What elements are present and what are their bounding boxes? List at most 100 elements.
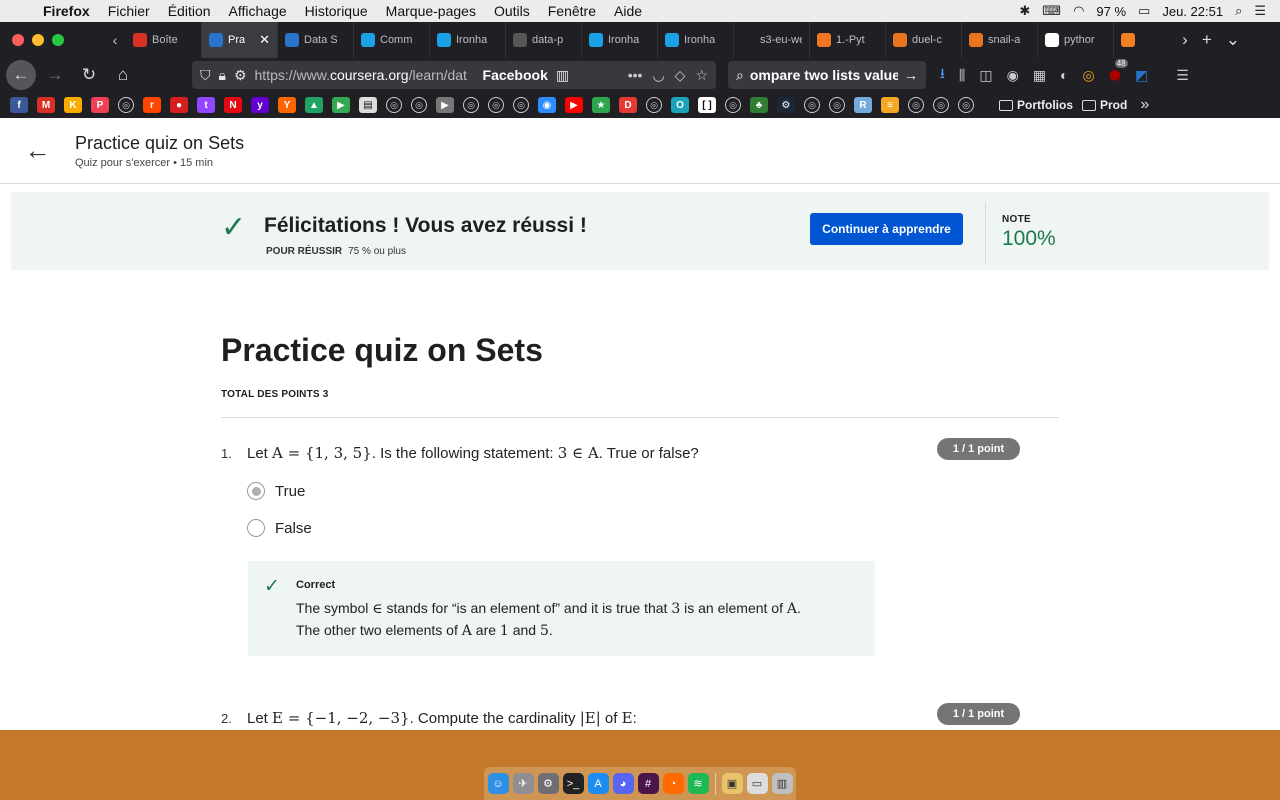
option-false[interactable]: False bbox=[247, 519, 312, 537]
bookmark-star-icon[interactable]: ★ bbox=[592, 97, 610, 113]
account-icon[interactable]: ◉ bbox=[1007, 67, 1019, 84]
bookmark-globe-icon[interactable]: ◎ bbox=[646, 97, 662, 113]
window-maximize-button[interactable] bbox=[52, 34, 64, 46]
address-bar[interactable]: ⛉ 🔒︎ ⚙ https://www.coursera.org/learn/da… bbox=[192, 61, 716, 89]
bookmark-calendar-icon[interactable]: ▤ bbox=[359, 97, 377, 113]
menu-historique[interactable]: Historique bbox=[296, 3, 377, 19]
extension-blue-icon[interactable]: ◩ bbox=[1135, 67, 1148, 84]
bookmark-folder-prod[interactable]: Prod bbox=[1082, 98, 1127, 112]
tab-scroll-right-icon[interactable]: › bbox=[1182, 30, 1188, 50]
bookmark-globe-icon[interactable]: ◎ bbox=[386, 97, 402, 113]
downloads-icon[interactable]: ⭳ bbox=[940, 63, 945, 87]
bookmark-steam-icon[interactable]: ⚙ bbox=[777, 97, 795, 113]
back-arrow-icon[interactable]: ← bbox=[0, 135, 75, 166]
browser-tab[interactable]: Pra ✕ bbox=[202, 22, 278, 58]
bookmark-plant-icon[interactable]: ♣ bbox=[750, 97, 768, 113]
bookmark-globe-icon[interactable]: ◎ bbox=[908, 97, 924, 113]
keyboard-icon[interactable]: ⌨ bbox=[1042, 3, 1061, 19]
bookmark-globe-icon[interactable]: ◎ bbox=[488, 97, 504, 113]
browser-tab[interactable]: Ironha bbox=[430, 22, 506, 58]
tab-scroll-left-icon[interactable]: ‹ bbox=[104, 32, 126, 48]
bookmark-globe-icon[interactable]: ◎ bbox=[118, 97, 134, 113]
bookmark-gmail-icon[interactable]: M bbox=[37, 97, 55, 113]
menu-marque-pages[interactable]: Marque-pages bbox=[377, 3, 485, 19]
bookmark-drive-icon[interactable]: ▲ bbox=[305, 97, 323, 113]
bookmark-globe-icon[interactable]: ◎ bbox=[804, 97, 820, 113]
window-close-button[interactable] bbox=[12, 34, 24, 46]
bookmark-record-icon[interactable]: ● bbox=[170, 97, 188, 113]
permissions-icon[interactable]: ⚙ bbox=[234, 67, 247, 84]
bookmark-globe-icon[interactable]: ◎ bbox=[513, 97, 529, 113]
browser-tab[interactable]: Boîte bbox=[126, 22, 202, 58]
wifi-icon[interactable]: ◠ bbox=[1073, 3, 1084, 19]
bookmark-zoom-icon[interactable]: ◉ bbox=[538, 97, 556, 113]
extension-grid-icon[interactable]: ▦ bbox=[1033, 67, 1046, 84]
browser-tab[interactable]: s3-eu-wes bbox=[734, 22, 810, 58]
dock-spotify-icon[interactable]: ≋ bbox=[687, 773, 709, 794]
menu-aide[interactable]: Aide bbox=[605, 3, 651, 19]
close-tab-icon[interactable]: ✕ bbox=[259, 32, 270, 48]
bookmark-globe-icon[interactable]: ◎ bbox=[829, 97, 845, 113]
bookmark-arrow-icon[interactable]: ▶ bbox=[436, 97, 454, 113]
back-arrow-icon[interactable]: ← bbox=[6, 60, 36, 90]
page-actions-ellipsis-icon[interactable]: ••• bbox=[628, 67, 643, 84]
dock-finder-icon[interactable]: ☺ bbox=[487, 773, 509, 794]
extension-dots-icon[interactable]: ◐ bbox=[1060, 67, 1068, 83]
tag-icon[interactable]: ◇ bbox=[675, 67, 686, 84]
tracking-shield-icon[interactable]: ⛉ bbox=[200, 67, 211, 84]
menu-fenetre[interactable]: Fenêtre bbox=[539, 3, 605, 19]
pocket-icon[interactable]: ◡ bbox=[652, 67, 664, 84]
bookmarks-overflow-chevron-icon[interactable]: » bbox=[1140, 96, 1149, 114]
dock-slack-icon[interactable]: # bbox=[637, 773, 659, 794]
new-tab-plus-icon[interactable]: + bbox=[1202, 30, 1212, 50]
dock-trash-icon[interactable]: ▥ bbox=[771, 773, 793, 794]
bookmark-pocket-icon[interactable]: P bbox=[91, 97, 109, 113]
bookmark-keep-icon[interactable]: K bbox=[64, 97, 82, 113]
dock-documents-icon[interactable]: ▭ bbox=[746, 773, 768, 794]
control-center-icon[interactable]: ☰ bbox=[1254, 3, 1266, 19]
browser-tab[interactable]: data-p bbox=[506, 22, 582, 58]
bookmark-globe-icon[interactable]: ◎ bbox=[958, 97, 974, 113]
bookmark-globe-icon[interactable]: ◎ bbox=[463, 97, 479, 113]
search-bar[interactable]: ⌕ ompare two lists value → bbox=[728, 61, 926, 89]
menu-app-name[interactable]: Firefox bbox=[34, 3, 99, 19]
dock-system-preferences-icon[interactable]: ⚙ bbox=[537, 773, 559, 794]
bookmark-globe-icon[interactable]: ◎ bbox=[933, 97, 949, 113]
browser-tab[interactable]: snail-a bbox=[962, 22, 1038, 58]
lock-icon[interactable]: 🔒︎ bbox=[219, 67, 226, 84]
bluetooth-icon[interactable]: ✱ bbox=[1019, 3, 1030, 19]
bookmark-youtube-icon[interactable]: ▶ bbox=[565, 97, 583, 113]
bookmark-globe-icon[interactable]: ◎ bbox=[725, 97, 741, 113]
url-text[interactable]: https://www.coursera.org/learn/dat bbox=[255, 67, 475, 83]
menu-edition[interactable]: Édition bbox=[159, 3, 220, 19]
list-all-tabs-chevron-icon[interactable]: ⌄ bbox=[1226, 30, 1240, 50]
dock-firefox-icon[interactable]: ◔ bbox=[662, 773, 684, 794]
spotlight-search-icon[interactable]: ⌕ bbox=[1235, 3, 1242, 19]
dock-discord-icon[interactable]: ◕ bbox=[612, 773, 634, 794]
extension-eyes-icon[interactable]: ◎ bbox=[1083, 67, 1095, 84]
browser-tab[interactable]: duel-c bbox=[886, 22, 962, 58]
menu-affichage[interactable]: Affichage bbox=[220, 3, 296, 19]
dock-preview-icon[interactable]: ▣ bbox=[721, 773, 743, 794]
browser-tab[interactable]: 1.-Pyt bbox=[810, 22, 886, 58]
reload-icon[interactable]: ↻ bbox=[74, 60, 104, 90]
search-go-arrow-icon[interactable]: → bbox=[904, 67, 918, 83]
browser-tab[interactable]: Ironha bbox=[658, 22, 734, 58]
home-icon[interactable]: ⌂ bbox=[108, 60, 138, 90]
window-minimize-button[interactable] bbox=[32, 34, 44, 46]
ublock-icon[interactable]: ⬢ 48 bbox=[1109, 58, 1128, 84]
dock-launchpad-icon[interactable]: ✈ bbox=[512, 773, 534, 794]
bookmark-o-icon[interactable]: O bbox=[671, 97, 689, 113]
bookmark-bracket-icon[interactable]: [ ] bbox=[698, 97, 716, 113]
menu-outils[interactable]: Outils bbox=[485, 3, 539, 19]
sidebar-icon[interactable]: ◫ bbox=[979, 67, 992, 84]
bookmark-ycombinator-icon[interactable]: Y bbox=[278, 97, 296, 113]
bookmark-globe-icon[interactable]: ◎ bbox=[411, 97, 427, 113]
bookmark-yahoo-icon[interactable]: y bbox=[251, 97, 269, 113]
bookmark-play-icon[interactable]: ▶ bbox=[332, 97, 350, 113]
browser-tab[interactable]: Data S bbox=[278, 22, 354, 58]
bookmark-facebook-icon[interactable]: f bbox=[10, 97, 28, 113]
bookmark-d-icon[interactable]: D bbox=[619, 97, 637, 113]
battery-icon[interactable]: ▭ bbox=[1138, 3, 1150, 19]
dock-app-store-icon[interactable]: A bbox=[587, 773, 609, 794]
